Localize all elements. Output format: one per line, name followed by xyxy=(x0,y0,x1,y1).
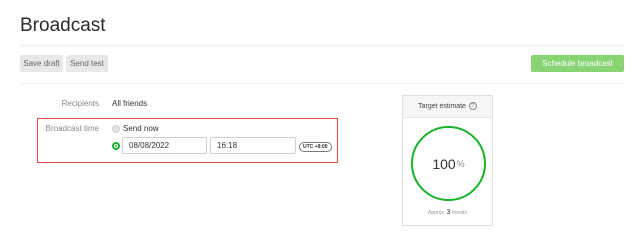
header-divider xyxy=(20,45,624,46)
send-now-label[interactable]: Send now xyxy=(123,124,159,133)
target-estimate-card: Target estimate ? 100% Approx. 3 friends xyxy=(402,95,493,226)
timezone-badge: UTC +8:00 xyxy=(299,142,332,152)
approx-friends: Approx. 3 friends xyxy=(403,209,492,216)
estimate-percent: 100% xyxy=(413,128,484,199)
target-estimate-header: Target estimate ? xyxy=(403,96,492,118)
approx-prefix: Approx. xyxy=(428,210,446,216)
schedule-broadcast-button[interactable]: Schedule broadcast xyxy=(531,55,624,72)
target-estimate-title: Target estimate xyxy=(418,103,466,110)
approx-count: 3 xyxy=(446,209,451,216)
recipients-label: Recipients xyxy=(61,99,99,108)
info-icon[interactable]: ? xyxy=(468,102,477,111)
save-draft-button[interactable]: Save draft xyxy=(20,55,63,72)
scheduled-radio[interactable] xyxy=(112,142,120,150)
send-now-radio[interactable] xyxy=(112,125,120,133)
estimate-ring: 100% xyxy=(411,126,486,201)
estimate-percent-value: 100 xyxy=(432,155,456,172)
time-input[interactable]: 16:18 xyxy=(210,137,296,154)
send-test-button[interactable]: Send test xyxy=(66,55,108,72)
approx-suffix: friends xyxy=(451,210,467,216)
page-title: Broadcast xyxy=(20,15,106,36)
estimate-percent-sign: % xyxy=(456,158,465,169)
date-input[interactable]: 08/08/2022 xyxy=(122,137,207,154)
toolbar-divider xyxy=(20,83,624,84)
recipients-value: All friends xyxy=(112,99,148,108)
